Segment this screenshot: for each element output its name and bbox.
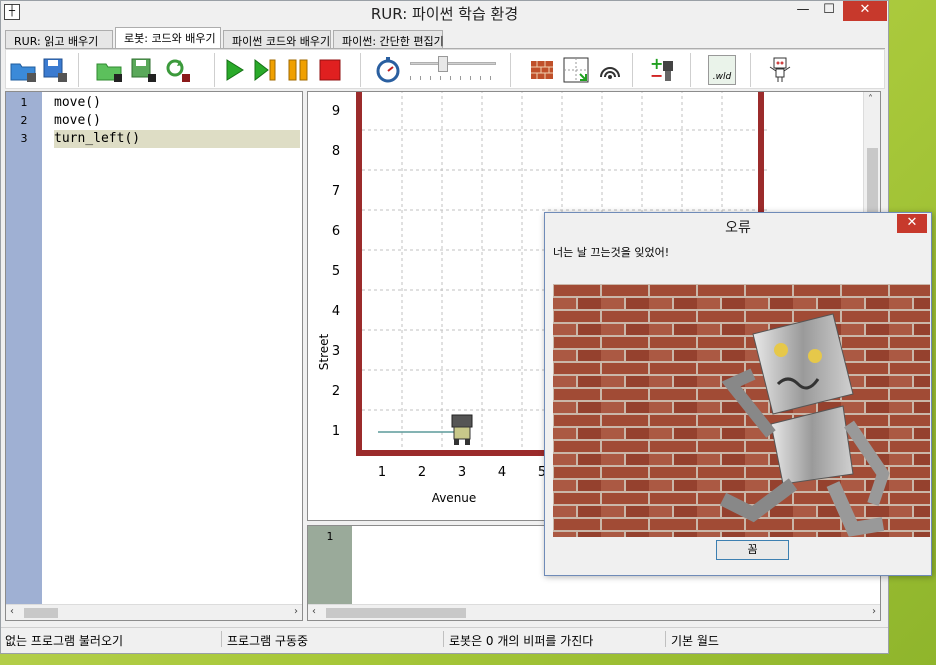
beepers-icon[interactable] <box>594 54 626 86</box>
dialog-close-button[interactable]: ✕ <box>897 214 927 233</box>
open-world-icon[interactable] <box>8 54 40 86</box>
error-dialog: 오류 ✕ 너는 날 끄는것을 잊었어! 꼼 <box>544 212 932 576</box>
code-line[interactable]: move() <box>54 112 101 130</box>
status-bar: 없는 프로그램 불러오기 프로그램 구동중 로봇은 0 개의 비퍼를 가진다 기… <box>1 627 888 649</box>
toolbar-separator <box>632 53 633 87</box>
toolbar: + − .wld <box>5 49 885 89</box>
tab-bar: RUR: 읽고 배우기 로봇: 코드와 배우기 파이썬 코드와 배우기 파이썬:… <box>5 27 885 49</box>
x-axis-label: Avenue <box>432 491 477 505</box>
speed-slider[interactable] <box>410 56 496 84</box>
y-tick-label: 2 <box>332 384 340 399</box>
open-program-icon[interactable] <box>94 54 126 86</box>
scrollbar-thumb[interactable] <box>24 608 58 618</box>
tab-python-code-learn[interactable]: 파이썬 코드와 배우기 <box>223 30 331 49</box>
y-tick-label: 4 <box>332 304 340 319</box>
scroll-up-icon[interactable]: ˄ <box>868 94 873 105</box>
y-tick-label: 3 <box>332 344 340 359</box>
status-divider <box>221 631 222 647</box>
toolbar-separator <box>750 53 751 87</box>
reload-program-icon[interactable] <box>162 54 194 86</box>
code-editor[interactable]: 1 2 3 move() move() turn_left() ‹ › <box>5 91 303 621</box>
y-tick-label: 6 <box>332 224 340 239</box>
tab-python-simple-editor[interactable]: 파이썬: 간단한 편집기 <box>333 30 444 49</box>
toolbar-separator <box>690 53 691 87</box>
x-tick-label: 2 <box>418 465 426 480</box>
save-world-icon[interactable] <box>40 54 72 86</box>
status-world-name: 기본 월드 <box>671 634 719 648</box>
scroll-left-icon[interactable]: ‹ <box>10 606 14 617</box>
line-number: 1 <box>326 530 334 543</box>
robot-body <box>453 426 471 440</box>
scroll-right-icon[interactable]: › <box>294 606 298 617</box>
console-horizontal-scrollbar[interactable]: ‹ › <box>308 604 880 620</box>
step-icon[interactable] <box>250 54 282 86</box>
maximize-button[interactable]: ☐ <box>819 1 839 21</box>
y-tick-label: 1 <box>332 424 340 439</box>
stop-icon[interactable] <box>314 54 346 86</box>
world-file-icon[interactable]: .wld <box>706 54 738 86</box>
scroll-right-icon[interactable]: › <box>872 606 876 617</box>
run-icon[interactable] <box>218 54 250 86</box>
world-file-label: .wld <box>708 55 736 85</box>
scrollbar-thumb[interactable] <box>326 608 466 618</box>
pause-icon[interactable] <box>282 54 314 86</box>
close-button[interactable]: ✕ <box>843 1 887 21</box>
world-wall-west <box>356 92 362 456</box>
dialog-message: 너는 날 끄는것을 잊었어! <box>553 246 670 259</box>
x-tick-label: 3 <box>458 465 466 480</box>
save-program-icon[interactable] <box>128 54 160 86</box>
status-divider <box>443 631 444 647</box>
line-number: 2 <box>20 114 28 127</box>
line-number: 3 <box>20 132 28 145</box>
status-program-file: 없는 프로그램 불러오기 <box>5 634 124 648</box>
tab-robot-code-learn[interactable]: 로봇: 코드와 배우기 <box>115 27 221 49</box>
toolbar-separator <box>214 53 215 87</box>
toolbar-separator <box>510 53 511 87</box>
minimize-button[interactable]: — <box>793 1 813 21</box>
y-tick-label: 7 <box>332 184 340 199</box>
robot-icon[interactable] <box>764 54 796 86</box>
edit-walls-icon[interactable] <box>526 54 558 86</box>
editor-horizontal-scrollbar[interactable]: ‹ › <box>6 604 302 620</box>
minus-icon: − <box>650 66 664 85</box>
status-run-state: 프로그램 구동중 <box>227 634 309 648</box>
y-tick-label: 8 <box>332 144 340 159</box>
title-bar: ┼ RUR: 파이썬 학습 환경 — ☐ ✕ <box>1 1 888 25</box>
window-title: RUR: 파이썬 학습 환경 <box>370 5 519 23</box>
broken-robot-image <box>553 284 930 537</box>
resize-world-icon[interactable] <box>560 54 592 86</box>
scroll-left-icon[interactable]: ‹ <box>312 606 316 617</box>
code-line-current[interactable]: turn_left() <box>54 130 300 148</box>
y-axis-label: Street <box>317 333 331 370</box>
line-number: 1 <box>20 96 28 109</box>
y-tick-label: 5 <box>332 264 340 279</box>
toolbar-separator <box>360 53 361 87</box>
x-tick-label: 1 <box>378 465 386 480</box>
robot-head <box>451 414 473 428</box>
code-line[interactable]: move() <box>54 94 101 112</box>
y-tick-label: 9 <box>332 104 340 119</box>
status-divider <box>665 631 666 647</box>
tab-rur-read-learn[interactable]: RUR: 읽고 배우기 <box>5 30 113 49</box>
dialog-title: 오류 <box>725 220 751 236</box>
add-remove-beepers-icon[interactable]: + − <box>646 54 678 86</box>
timer-icon[interactable] <box>372 54 404 86</box>
toolbar-separator <box>78 53 79 87</box>
line-number-gutter <box>6 92 42 606</box>
x-tick-label: 4 <box>498 465 506 480</box>
robot-leg <box>465 439 470 445</box>
status-beeper-count: 로봇은 0 개의 비퍼를 가진다 <box>449 634 594 648</box>
robot-leg <box>454 439 459 445</box>
ok-button[interactable]: 꼼 <box>716 540 789 560</box>
